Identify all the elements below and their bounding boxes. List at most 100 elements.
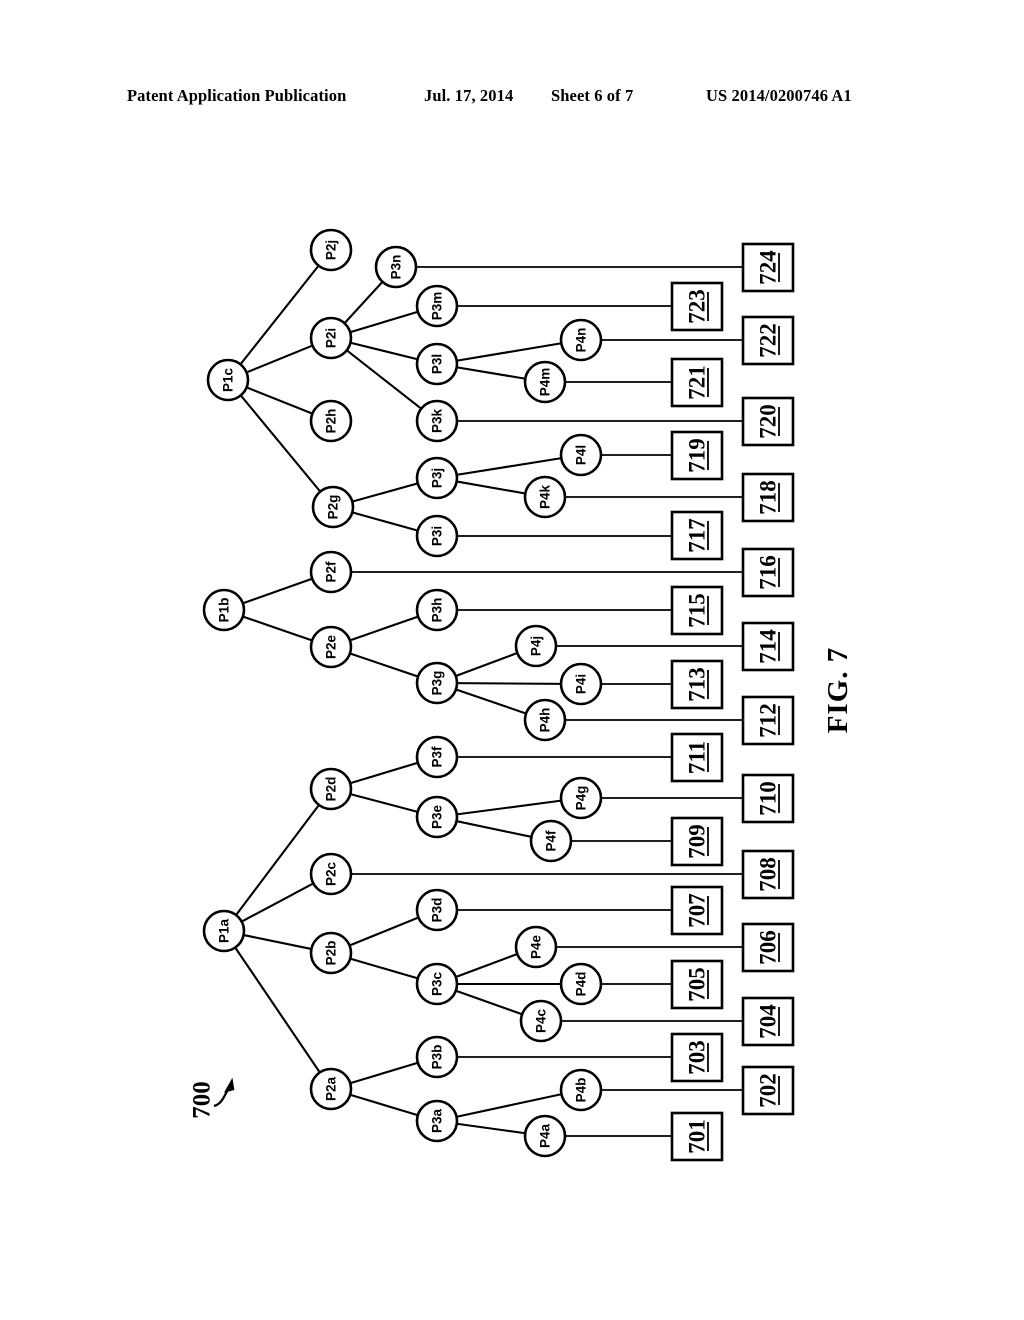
tree-edge xyxy=(348,310,420,334)
block-number: 701 xyxy=(685,1119,710,1154)
node-label: P2g xyxy=(326,495,341,520)
process-node-p3k: P3k xyxy=(415,399,459,443)
tree-edge xyxy=(454,989,524,1016)
node-label: P3m xyxy=(430,292,445,321)
tree-edge xyxy=(241,615,314,642)
process-node-p3g: P3g xyxy=(415,661,459,705)
process-node-p4b: P4b xyxy=(559,1068,603,1112)
node-label: P2b xyxy=(324,941,339,966)
node-label: P1c xyxy=(221,368,236,393)
numbered-block: 719 xyxy=(670,430,724,481)
block-number: 703 xyxy=(685,1040,710,1075)
tree-edge xyxy=(242,933,313,951)
reference-arrow-head xyxy=(223,1077,235,1093)
process-node-p3i: P3i xyxy=(415,514,459,558)
tree-edge xyxy=(455,1092,563,1119)
node-label: P3g xyxy=(430,671,445,696)
process-node-p4n: P4n xyxy=(559,318,603,362)
process-node-p3e: P3e xyxy=(415,795,459,839)
block-number: 712 xyxy=(756,703,781,738)
numbered-block: 711 xyxy=(670,732,724,783)
tree-edge xyxy=(455,682,563,685)
node-label: P1b xyxy=(217,598,232,623)
numbered-block: 709 xyxy=(670,816,724,867)
node-label: P4e xyxy=(529,935,544,960)
block-number: 713 xyxy=(685,667,710,702)
tree-edge xyxy=(455,799,563,816)
process-node-layer: P1c P2j P2i P2h P2g P3n P3m P3l P3k P3j P3i P4n P4m P… xyxy=(202,228,603,1158)
block-number: 714 xyxy=(756,629,781,664)
block-number: 721 xyxy=(685,365,710,400)
tree-edge xyxy=(348,652,420,678)
node-label: P4m xyxy=(538,368,553,397)
numbered-block: 718 xyxy=(741,472,795,523)
node-label: P3c xyxy=(430,972,445,997)
process-node-p1c: P1c xyxy=(206,358,250,402)
numbered-block: 703 xyxy=(670,1032,724,1083)
block-number: 720 xyxy=(756,404,781,439)
process-node-p4c: P4c xyxy=(519,999,563,1043)
tree-edge xyxy=(455,1122,527,1135)
tree-edge xyxy=(351,511,419,532)
tree-edge xyxy=(238,264,321,366)
tree-edge-layer xyxy=(233,264,563,1135)
block-number: 723 xyxy=(685,289,710,324)
tree-edge xyxy=(233,946,322,1074)
tree-edge xyxy=(348,761,420,785)
tree-edge xyxy=(348,615,420,642)
node-label: P3k xyxy=(430,409,445,434)
numbered-block: 716 xyxy=(741,547,795,598)
block-number: 717 xyxy=(685,518,710,553)
tree-edge xyxy=(348,1093,420,1117)
process-node-p4a: P4a xyxy=(523,1114,567,1158)
figure-caption: FIG. 7 xyxy=(822,647,854,734)
figure-7-diagram: 724 723 722 721 720 719 718 717 716 715 714 713 712 7… xyxy=(0,0,1024,1320)
block-number: 711 xyxy=(685,741,710,774)
process-node-p4h: P4h xyxy=(523,698,567,742)
block-number: 707 xyxy=(685,893,710,928)
numbered-block: 724 xyxy=(741,242,795,293)
numbered-block: 717 xyxy=(670,510,724,561)
numbered-block: 714 xyxy=(741,621,795,672)
process-node-p2c: P2c xyxy=(309,852,353,896)
block-number: 724 xyxy=(756,250,781,285)
numbered-block: 712 xyxy=(741,695,795,746)
tree-edge xyxy=(349,792,419,814)
tree-edge xyxy=(455,366,527,380)
block-number: 722 xyxy=(756,323,781,358)
process-node-p3l: P3l xyxy=(415,342,459,386)
block-number: 704 xyxy=(756,1004,781,1039)
process-node-p3f: P3f xyxy=(415,735,459,779)
process-node-p2i: P2i xyxy=(309,316,353,360)
tree-edge xyxy=(454,952,519,979)
node-label: P2h xyxy=(324,409,339,434)
node-label: P3e xyxy=(430,805,445,830)
numbered-block: 710 xyxy=(741,773,795,824)
block-number: 710 xyxy=(756,781,781,816)
process-node-p4j: P4j xyxy=(514,624,558,668)
node-label: P3b xyxy=(430,1045,445,1070)
node-label: P4i xyxy=(574,674,589,694)
figure-reference-numeral: 700 xyxy=(189,1081,216,1119)
tree-edge xyxy=(351,482,419,503)
node-label: P2c xyxy=(324,862,339,887)
node-label: P4a xyxy=(538,1124,553,1149)
process-node-p2g: P2g xyxy=(311,485,355,529)
node-label: P4n xyxy=(574,328,589,353)
block-number: 719 xyxy=(685,438,710,473)
process-node-p1a: P1a xyxy=(202,909,246,953)
node-label: P2d xyxy=(324,777,339,802)
process-node-p2j: P2j xyxy=(309,228,353,272)
numbered-block: 715 xyxy=(670,585,724,636)
tree-edge xyxy=(241,577,314,605)
node-label: P3l xyxy=(430,354,445,374)
node-label: P4h xyxy=(538,708,553,733)
process-node-p4g: P4g xyxy=(559,776,603,820)
node-label: P4k xyxy=(538,485,553,510)
tree-edge xyxy=(240,882,315,923)
numbered-block: 706 xyxy=(741,922,795,973)
process-node-p4d: P4d xyxy=(559,962,603,1006)
node-label: P3a xyxy=(430,1109,445,1134)
process-node-p2e: P2e xyxy=(309,625,353,669)
tree-edge xyxy=(245,344,314,374)
